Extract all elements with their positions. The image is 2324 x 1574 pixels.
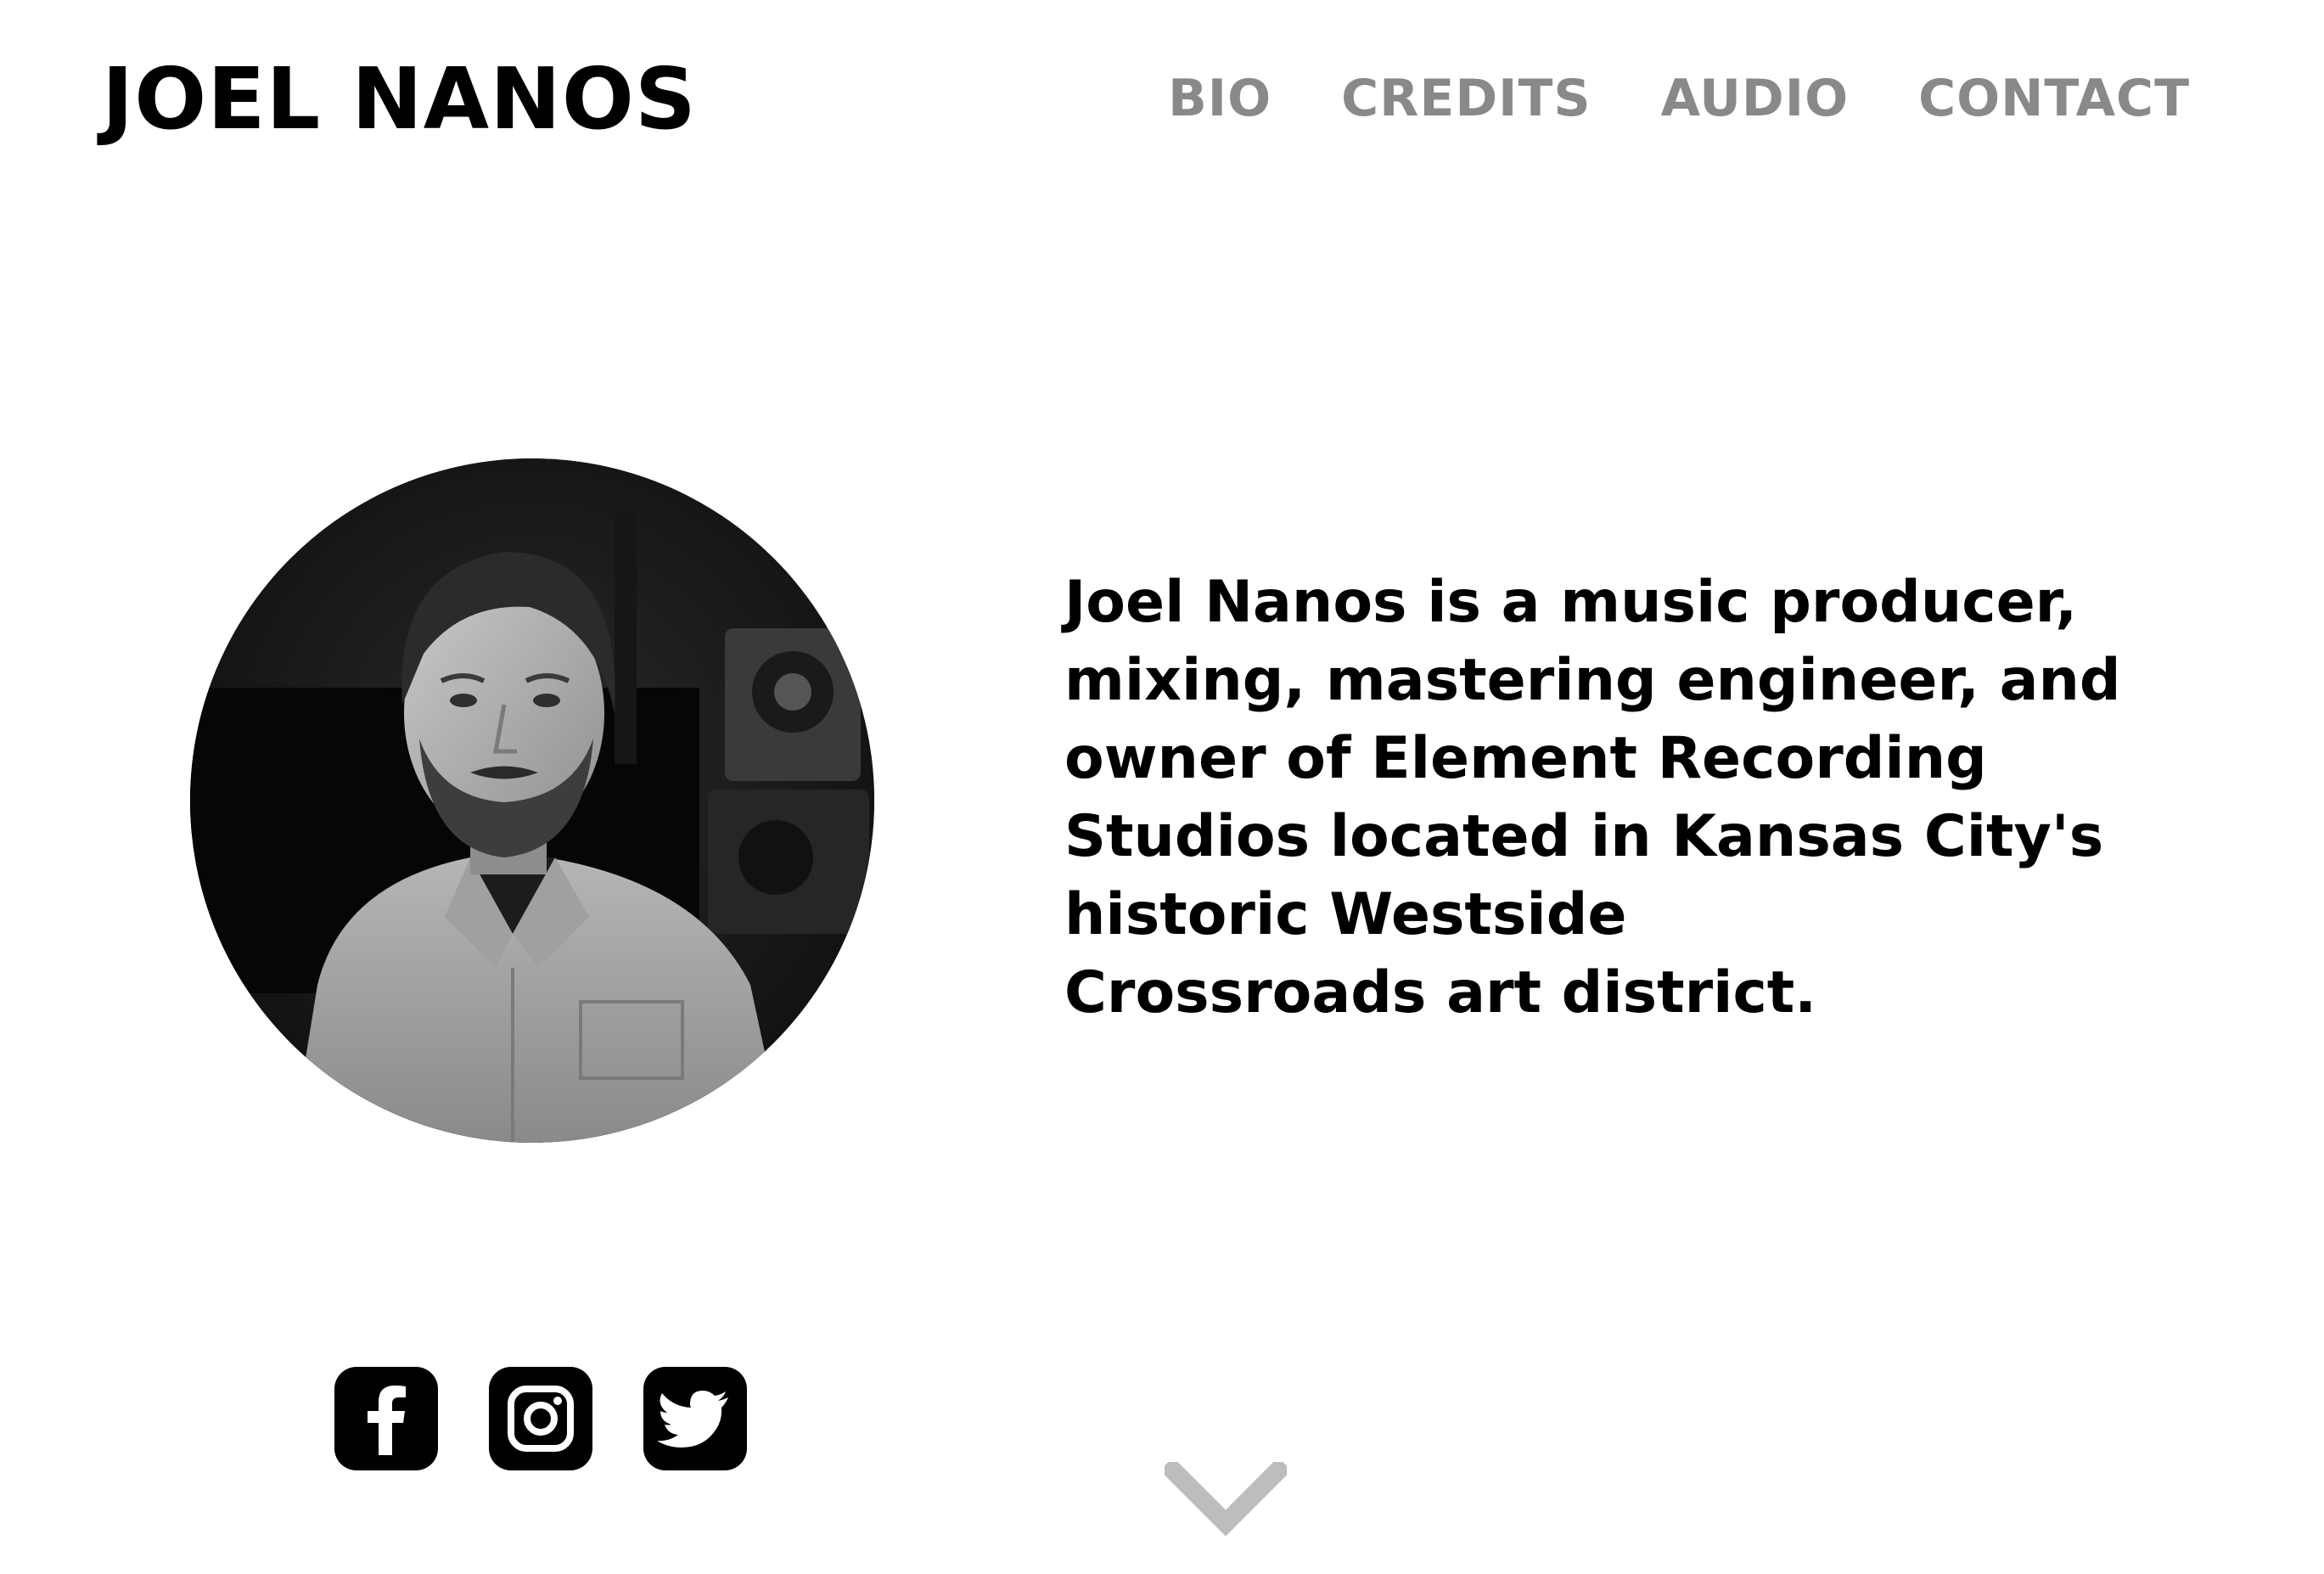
nav-contact[interactable]: CONTACT <box>1918 65 2190 132</box>
facebook-icon[interactable] <box>334 1367 438 1470</box>
profile-photo <box>190 458 874 1143</box>
bio-line: historic Westside <box>1064 881 1627 948</box>
social-links <box>334 1367 747 1470</box>
bio-line: Joel Nanos is a music producer, <box>1064 569 2078 636</box>
twitter-icon[interactable] <box>643 1367 747 1470</box>
page: JOEL NANOS BIO CREDITS AUDIO CONTACT Joe… <box>0 0 2324 1574</box>
bio-line: mixing, mastering engineer, and <box>1064 647 2121 714</box>
nav-bio[interactable]: BIO <box>1168 65 1271 132</box>
instagram-icon[interactable] <box>489 1367 592 1470</box>
bio-line: Studios located in Kansas City's <box>1064 803 2104 870</box>
nav-credits[interactable]: CREDITS <box>1341 65 1591 132</box>
bio-line: Crossroads art district. <box>1064 959 1817 1026</box>
site-title[interactable]: JOEL NANOS <box>102 44 697 155</box>
bio-text: Joel Nanos is a music producer, mixing, … <box>1064 564 2253 1032</box>
main-nav: BIO CREDITS AUDIO CONTACT <box>1168 65 2190 132</box>
bio-line: owner of Element Recording <box>1064 725 1987 792</box>
nav-audio[interactable]: AUDIO <box>1661 65 1849 132</box>
chevron-down-icon[interactable] <box>1165 1462 1287 1547</box>
